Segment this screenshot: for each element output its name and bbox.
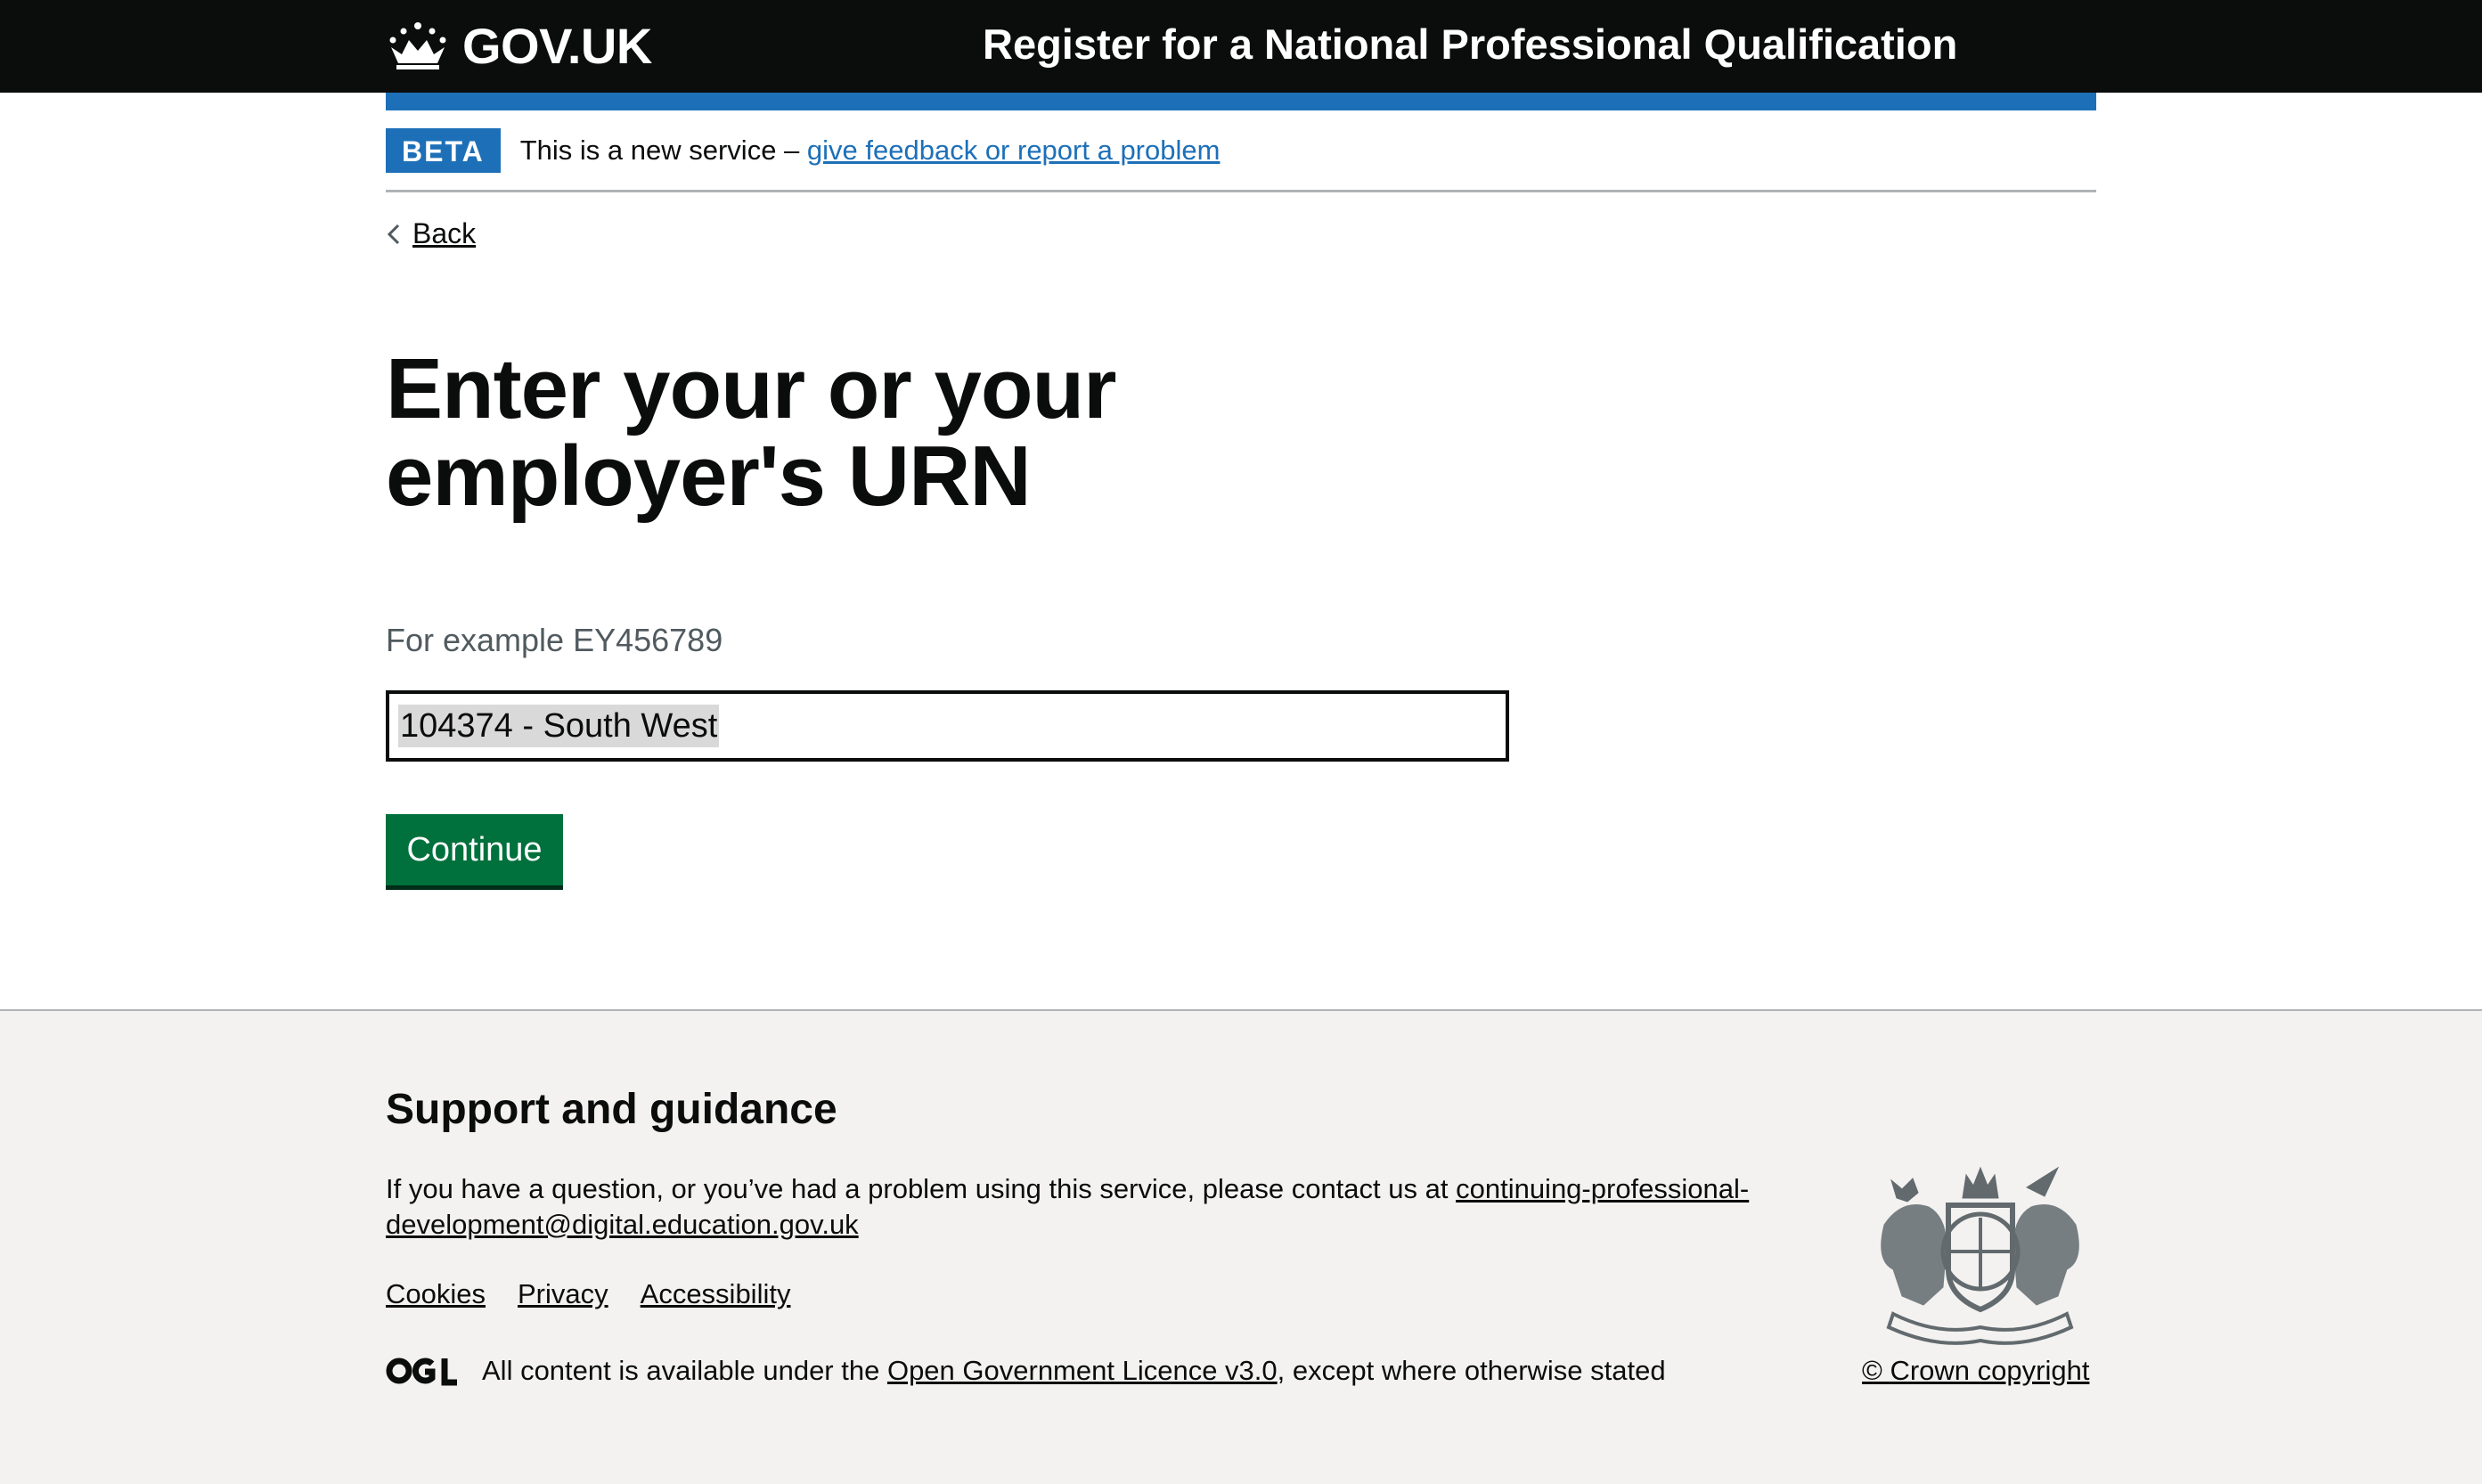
phase-banner: BETA This is a new service – give feedba… xyxy=(386,110,2096,192)
service-name[interactable]: Register for a National Professional Qua… xyxy=(983,20,1957,69)
phase-banner-message: This is a new service – xyxy=(519,134,807,166)
continue-button[interactable]: Continue xyxy=(386,814,563,885)
privacy-link[interactable]: Privacy xyxy=(518,1278,608,1310)
urn-input[interactable]: 104374 - South West xyxy=(386,690,1509,762)
support-text: If you have a question, or you’ve had a … xyxy=(386,1171,1758,1243)
crown-icon xyxy=(389,22,446,69)
govuk-logo-text: GOV.UK xyxy=(462,17,652,74)
accessibility-link[interactable]: Accessibility xyxy=(641,1278,791,1310)
licence-prefix: All content is available under the xyxy=(482,1355,887,1386)
back-link-label: Back xyxy=(412,217,477,249)
urn-input-value: 104374 - South West xyxy=(398,705,720,747)
cookies-link[interactable]: Cookies xyxy=(386,1278,486,1310)
govuk-logo-link[interactable]: GOV.UK xyxy=(386,16,652,75)
royal-coat-of-arms-icon xyxy=(1881,1166,2079,1345)
feedback-link[interactable]: give feedback or report a problem xyxy=(807,135,1221,166)
licence-suffix: , except where otherwise stated xyxy=(1277,1355,1666,1386)
ogl-logo-icon xyxy=(386,1358,457,1386)
beta-tag: BETA xyxy=(386,127,501,173)
urn-hint: For example EY456789 xyxy=(386,622,723,658)
header-blue-bar xyxy=(386,93,2096,110)
footer-links: Cookies Privacy Accessibility xyxy=(386,1278,790,1310)
support-message: If you have a question, or you’ve had a … xyxy=(386,1173,1457,1204)
crown-copyright-link[interactable]: © Crown copyright xyxy=(1862,1355,2089,1387)
chevron-left-icon xyxy=(387,224,400,244)
licence: All content is available under the Open … xyxy=(386,1355,1666,1387)
licence-text: All content is available under the Open … xyxy=(482,1355,1666,1387)
back-link[interactable]: Back xyxy=(386,217,476,250)
phase-banner-text: This is a new service – give feedback or… xyxy=(520,135,1221,167)
footer-heading: Support and guidance xyxy=(386,1086,837,1133)
footer: Support and guidance If you have a quest… xyxy=(0,1009,2482,1484)
page-title: Enter your or your employer's URN xyxy=(386,341,1116,524)
ogl-link[interactable]: Open Government Licence v3.0 xyxy=(887,1355,1278,1386)
govuk-header: GOV.UK Register for a National Professio… xyxy=(0,0,2482,93)
